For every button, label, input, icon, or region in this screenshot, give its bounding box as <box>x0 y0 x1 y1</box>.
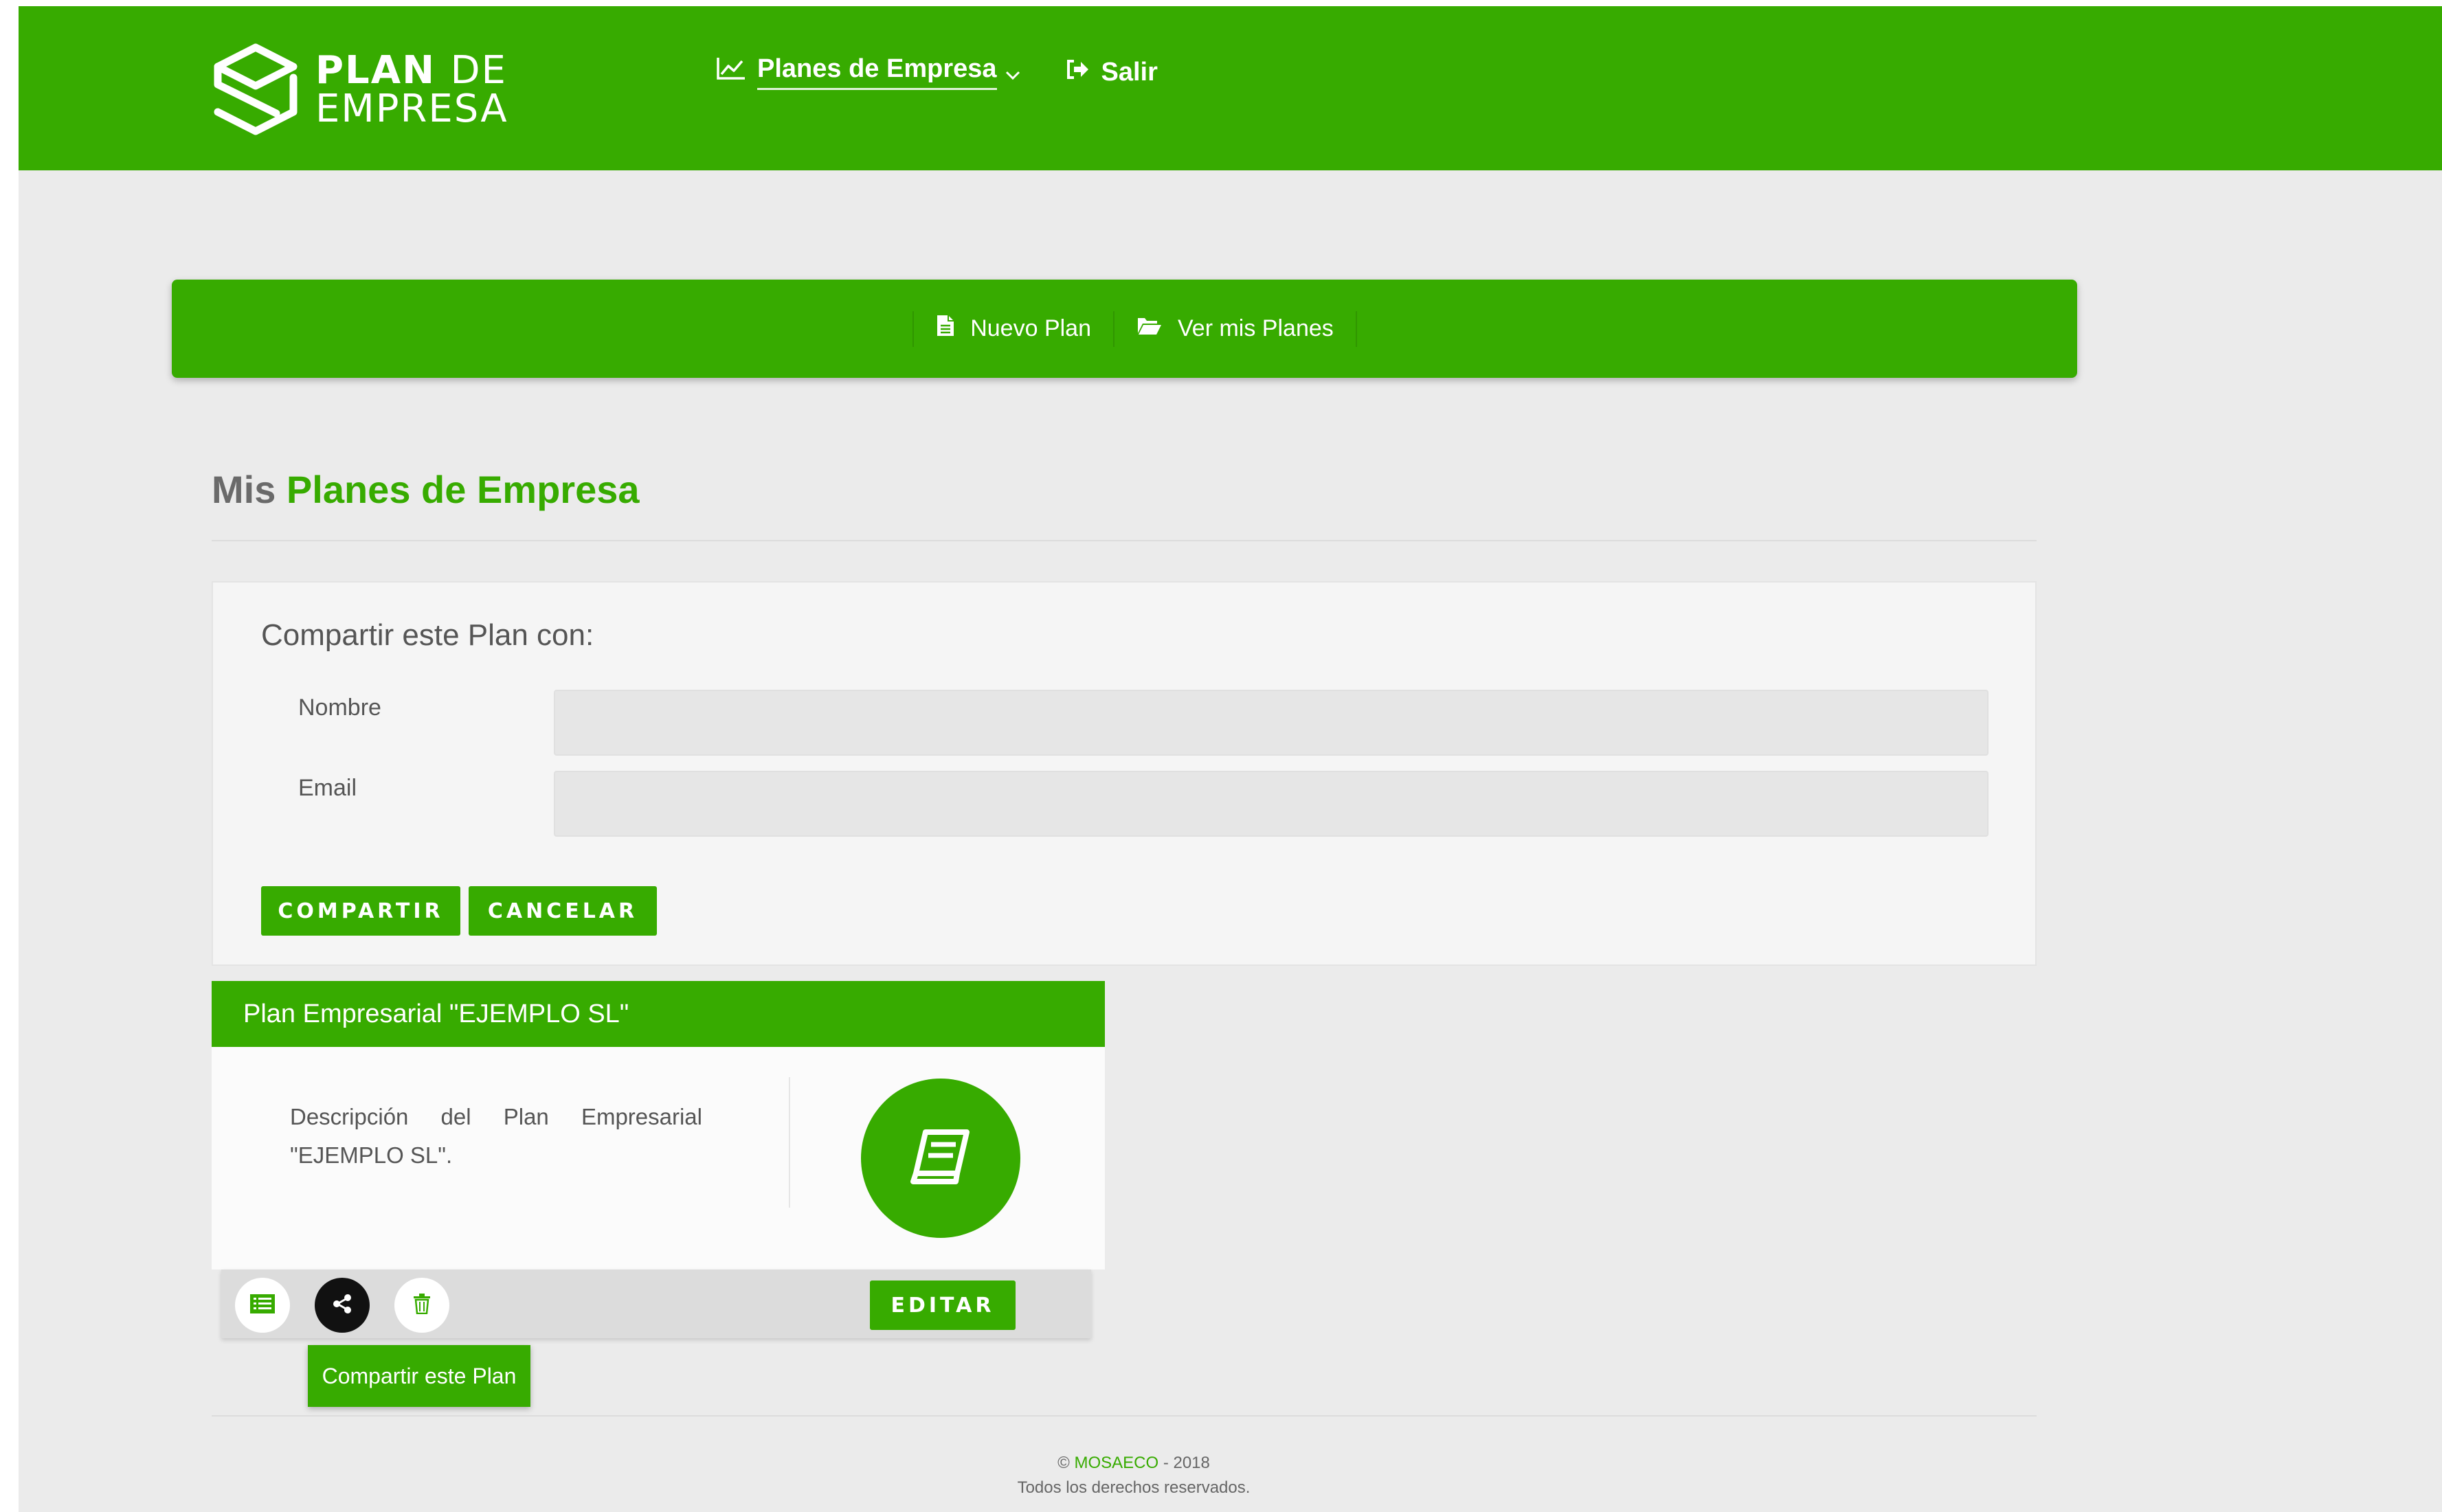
left-edge <box>0 0 19 1512</box>
heading-divider <box>212 540 2037 541</box>
nav-planes-de-empresa[interactable]: Planes de Empresa <box>716 54 1031 90</box>
nombre-label: Nombre <box>298 695 381 721</box>
logo[interactable]: PLAN DE EMPRESA <box>211 35 508 145</box>
nav-salir[interactable]: Salir <box>1066 58 1158 87</box>
cancelar-button[interactable]: CANCELAR <box>469 886 657 936</box>
footer-copyright: © MOSAECO - 2018 <box>825 1454 1443 1473</box>
plans-toolbar: Nuevo Plan Ver mis Planes <box>172 280 2077 378</box>
file-icon <box>936 314 970 343</box>
page-title-accent: Planes de Empresa <box>286 468 640 511</box>
list-icon <box>249 1294 276 1318</box>
plan-card: Plan Empresarial "EJEMPLO SL" Descripció… <box>212 981 1105 1270</box>
delete-plan-button[interactable] <box>394 1278 449 1333</box>
plan-description: Descripción del Plan Empresarial "EJEMPL… <box>290 1104 702 1168</box>
toolbar-divider <box>1355 311 1357 347</box>
folder-open-icon <box>1136 315 1178 342</box>
page-title: Mis Planes de Empresa <box>212 467 640 512</box>
email-label: Email <box>298 775 357 801</box>
share-plan-form: Compartir este Plan con: Nombre Email CO… <box>212 581 2037 966</box>
editar-button[interactable]: EDITAR <box>870 1280 1016 1330</box>
ver-mis-planes-button[interactable]: Ver mis Planes <box>1136 315 1334 342</box>
plan-card-actions: EDITAR <box>221 1270 1091 1338</box>
copyright-symbol: © <box>1057 1454 1070 1472</box>
compartir-button[interactable]: COMPARTIR <box>261 886 460 936</box>
share-form-title: Compartir este Plan con: <box>261 618 594 652</box>
page-title-prefix: Mis <box>212 468 276 511</box>
nav-salir-label: Salir <box>1101 57 1158 87</box>
top-navbar: PLAN DE EMPRESA Planes de Empresa Salir <box>19 6 2442 170</box>
share-icon <box>331 1293 353 1318</box>
box-logo-icon <box>211 42 300 138</box>
footer-year: - 2018 <box>1163 1454 1210 1472</box>
nuevo-plan-label: Nuevo Plan <box>970 315 1091 341</box>
details-button[interactable] <box>235 1278 290 1333</box>
email-field[interactable] <box>554 771 1989 837</box>
main-nav: Planes de Empresa Salir <box>716 54 1158 90</box>
sign-out-icon <box>1066 58 1101 87</box>
toolbar-divider <box>912 311 915 347</box>
chevron-down-icon <box>1005 58 1031 87</box>
trash-icon <box>413 1293 431 1318</box>
plan-card-divider <box>789 1077 790 1208</box>
chart-line-icon <box>716 56 757 88</box>
share-tooltip: Compartir este Plan <box>308 1345 530 1407</box>
footer-divider <box>212 1415 2037 1417</box>
share-plan-button[interactable] <box>315 1278 370 1333</box>
logo-text-empresa: EMPRESA <box>315 87 508 131</box>
top-edge <box>0 0 2442 6</box>
nav-planes-label: Planes de Empresa <box>757 54 997 90</box>
footer-brand-link[interactable]: MOSAECO <box>1074 1454 1158 1472</box>
toolbar-divider <box>1113 311 1114 347</box>
nombre-field[interactable] <box>554 690 1989 756</box>
plan-card-title: Plan Empresarial "EJEMPLO SL" <box>212 981 1105 1047</box>
book-icon <box>908 1128 974 1189</box>
plan-icon-badge <box>861 1079 1020 1238</box>
nuevo-plan-button[interactable]: Nuevo Plan <box>936 314 1091 343</box>
ver-mis-planes-label: Ver mis Planes <box>1178 315 1334 341</box>
footer-rights: Todos los derechos reservados. <box>1017 1478 1251 1497</box>
